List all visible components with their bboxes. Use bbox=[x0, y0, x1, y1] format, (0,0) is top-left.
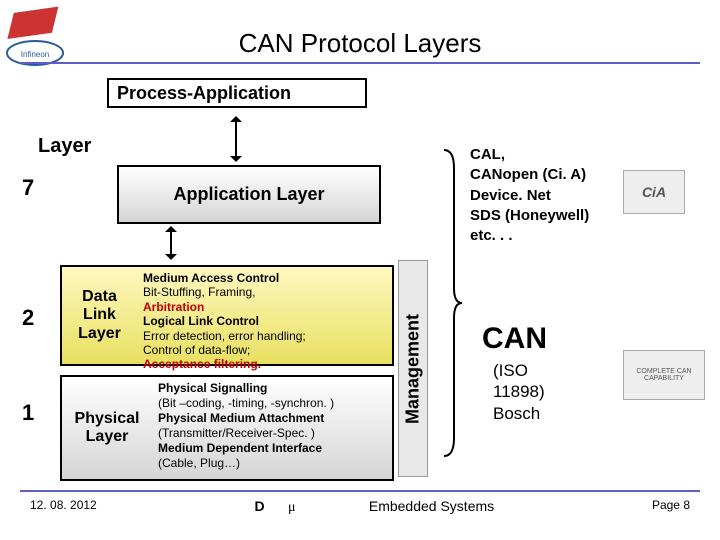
management-sidebar: Management bbox=[398, 260, 428, 477]
cia-logo: CiA bbox=[623, 170, 685, 214]
mac-text: Bit-Stuffing, Framing, bbox=[143, 285, 386, 299]
dll-name: Layer bbox=[78, 325, 121, 343]
physical-layer-box: Physical Layer Physical Signalling (Bit … bbox=[60, 375, 394, 481]
slide-footer: 12. 08. 2012 D μ Embedded Systems Page 8 bbox=[0, 498, 720, 516]
llc-text: Control of data-flow; bbox=[143, 343, 386, 357]
pma-header: Physical Medium Attachment bbox=[158, 411, 324, 425]
mdi-text: (Cable, Plug…) bbox=[158, 456, 386, 471]
can-title: CAN bbox=[482, 322, 547, 356]
ps-header: Physical Signalling bbox=[158, 381, 267, 395]
slide-title: CAN Protocol Layers bbox=[0, 28, 720, 59]
example-canopen: CANopen (Ci. A) bbox=[470, 165, 589, 185]
footer-divider bbox=[20, 490, 700, 492]
dll-name: Link bbox=[83, 306, 116, 324]
layer-number-7: 7 bbox=[22, 175, 34, 201]
acceptance-filtering-text: Acceptance filtering. bbox=[143, 357, 386, 371]
mac-header: Medium Access Control bbox=[143, 271, 279, 285]
can-subtitle: (ISO 11898) Bosch bbox=[493, 360, 545, 424]
complete-can-capability-logo: COMPLETE CAN CAPABILITY bbox=[623, 350, 705, 400]
ps-text: (Bit –coding, -timing, -synchron. ) bbox=[158, 396, 386, 411]
layer-number-2: 2 bbox=[22, 305, 34, 331]
phy-name: Layer bbox=[86, 428, 129, 446]
example-etc: etc. . . bbox=[470, 226, 589, 246]
arbitration-text: Arbitration bbox=[143, 300, 386, 314]
footer-d: D bbox=[255, 498, 265, 514]
application-layer-box: Application Layer bbox=[117, 165, 381, 224]
footer-embedded: Embedded Systems bbox=[369, 498, 494, 514]
bracket-icon bbox=[442, 148, 458, 458]
arrow-process-to-app bbox=[235, 120, 237, 158]
example-devicenet: Device. Net bbox=[470, 186, 589, 206]
mdi-header: Medium Dependent Interface bbox=[158, 441, 322, 455]
title-underline bbox=[20, 62, 700, 64]
example-sds: SDS (Honeywell) bbox=[470, 206, 589, 226]
phy-name: Physical bbox=[75, 410, 140, 428]
application-layer-examples: CAL, CANopen (Ci. A) Device. Net SDS (Ho… bbox=[470, 145, 589, 246]
llc-header: Logical Link Control bbox=[143, 314, 259, 328]
data-link-layer-box: Data Link Layer Medium Access Control Bi… bbox=[60, 265, 394, 366]
footer-mu: μ bbox=[288, 500, 296, 515]
example-cal: CAL, bbox=[470, 145, 589, 165]
process-application-box: Process-Application bbox=[107, 78, 367, 108]
footer-date: 12. 08. 2012 bbox=[30, 498, 97, 516]
arrow-app-to-dll bbox=[170, 230, 172, 256]
layer-column-header: Layer bbox=[38, 135, 91, 158]
pma-text: (Transmitter/Receiver-Spec. ) bbox=[158, 426, 386, 441]
layer-number-1: 1 bbox=[22, 400, 34, 426]
dll-name: Data bbox=[82, 288, 117, 306]
llc-text: Error detection, error handling; bbox=[143, 329, 386, 343]
footer-page: Page 8 bbox=[652, 498, 690, 516]
